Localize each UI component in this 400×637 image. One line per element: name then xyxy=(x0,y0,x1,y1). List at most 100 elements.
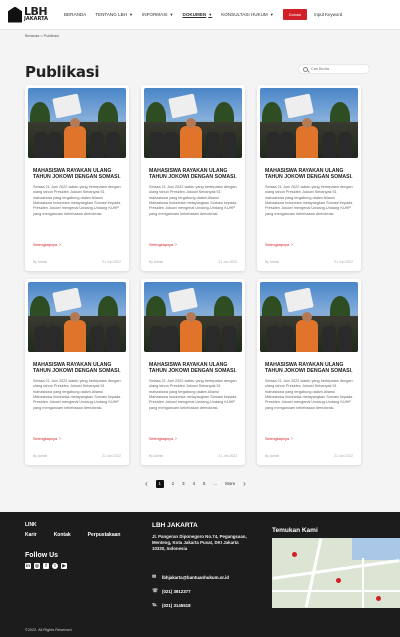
card-image xyxy=(144,88,242,158)
logo-text: LBH JAKARTA xyxy=(24,6,48,22)
card-date: 21 Jun 2022 xyxy=(102,454,121,458)
publication-card[interactable]: MAHASISWA RAYAKAN ULANG TAHUN JOKOWI DEN… xyxy=(257,279,361,465)
top-navbar: LBH JAKARTA BERANDA TENTANG LBH ▼ INFORMASI… xyxy=(0,0,400,30)
search-input[interactable] xyxy=(311,67,366,71)
card-title[interactable]: MAHASISWA RAYAKAN ULANG TAHUN JOKOWI DEN… xyxy=(149,168,237,181)
next-page-icon[interactable]: › xyxy=(243,479,246,488)
page-link-4[interactable]: 4 xyxy=(193,481,195,486)
social-links: in ◎ f t ▶ xyxy=(25,563,70,569)
footer: LINK Karir Kontak Perpustakaan Follow Us… xyxy=(0,512,400,637)
chevron-down-icon: ▼ xyxy=(129,12,134,17)
footer-link-perpustakaan[interactable]: Perpustakaan xyxy=(88,532,121,538)
read-more-label: Selengkapnya xyxy=(265,437,290,441)
card-title[interactable]: MAHASISWA RAYAKAN ULANG TAHUN JOKOWI DEN… xyxy=(149,362,237,375)
location-map[interactable] xyxy=(272,538,400,608)
footer-link-karir[interactable]: Karir xyxy=(25,532,37,538)
twitter-icon[interactable]: t xyxy=(52,563,58,569)
main-nav: BERANDA TENTANG LBH ▼ INFORMASI ▼ DOKUMEN ▼ KON… xyxy=(64,12,283,17)
nav-label: KONSULTASI HUKUM xyxy=(221,12,268,17)
chevron-down-icon: ▼ xyxy=(208,12,213,17)
nav-item-informasi[interactable]: INFORMASI ▼ xyxy=(142,12,174,17)
nav-label: DOKUMEN xyxy=(182,12,207,17)
page-link-ellipsis[interactable]: ... xyxy=(213,481,217,486)
card-meta: By Admin 21 Jun 2022 xyxy=(265,260,353,264)
card-date: 21 Jun 2022 xyxy=(218,454,237,458)
chevron-right-icon: › xyxy=(291,436,293,442)
card-date: 21 Jun 2022 xyxy=(102,260,121,264)
publication-card[interactable]: MAHASISWA RAYAKAN ULANG TAHUN JOKOWI DEN… xyxy=(141,279,245,465)
fax-icon: ℡ xyxy=(152,602,158,608)
youtube-icon[interactable]: ▶ xyxy=(61,563,67,569)
card-author: By Admin xyxy=(33,454,48,458)
prev-page-icon[interactable]: ‹ xyxy=(145,479,148,488)
footer-link-kontak[interactable]: Kontak xyxy=(54,532,71,538)
chevron-right-icon: › xyxy=(175,242,177,248)
card-meta: By Admin 21 Jun 2022 xyxy=(149,454,237,458)
phone-text: (021) 3912377 xyxy=(162,588,191,594)
page-link-5[interactable]: 5 xyxy=(203,481,205,486)
read-more-link[interactable]: Selengkapnya › xyxy=(33,242,61,248)
read-more-label: Selengkapnya xyxy=(33,437,58,441)
nav-item-konsultasi-hukum[interactable]: KONSULTASI HUKUM ▼ xyxy=(221,12,274,17)
card-description: Selasa 21 Juni 2022 waktu yang bertepata… xyxy=(33,378,121,410)
linkedin-icon[interactable]: in xyxy=(25,563,31,569)
keyword-input[interactable]: Input Keyword xyxy=(314,12,342,17)
card-date: 21 Jun 2022 xyxy=(334,454,353,458)
chevron-right-icon: › xyxy=(59,436,61,442)
fax-row[interactable]: ℡ (021) 3145518 xyxy=(152,602,191,608)
logo-mark-icon xyxy=(8,6,22,23)
card-title[interactable]: MAHASISWA RAYAKAN ULANG TAHUN JOKOWI DEN… xyxy=(33,362,121,375)
card-description: Selasa 21 Juni 2022 waktu yang bertepata… xyxy=(33,184,121,216)
facebook-icon[interactable]: f xyxy=(43,563,49,569)
nav-item-beranda[interactable]: BERANDA xyxy=(64,12,86,17)
card-image xyxy=(260,88,358,158)
instagram-icon[interactable]: ◎ xyxy=(34,563,40,569)
office-address: Jl. Pangeran Diponegoro No.74, Pegangsaa… xyxy=(152,534,247,551)
nav-label: BERANDA xyxy=(64,12,87,17)
publication-card[interactable]: MAHASISWA RAYAKAN ULANG TAHUN JOKOWI DEN… xyxy=(25,279,129,465)
card-date: 21 Jun 2022 xyxy=(334,260,353,264)
card-description: Selasa 21 Juni 2022 waktu yang bertepata… xyxy=(265,184,353,216)
fax-text: (021) 3145518 xyxy=(162,602,191,608)
phone-icon: ☏ xyxy=(152,588,159,594)
phone-row[interactable]: ☏ (021) 3912377 xyxy=(152,588,191,594)
page-link-3[interactable]: 3 xyxy=(182,481,184,486)
page-link-1[interactable]: 1 xyxy=(155,479,164,488)
read-more-link[interactable]: Selengkapnya › xyxy=(149,242,177,248)
chevron-right-icon: › xyxy=(175,436,177,442)
card-title[interactable]: MAHASISWA RAYAKAN ULANG TAHUN JOKOWI DEN… xyxy=(265,362,353,375)
card-title[interactable]: MAHASISWA RAYAKAN ULANG TAHUN JOKOWI DEN… xyxy=(33,168,121,181)
page-link-2[interactable]: 2 xyxy=(172,481,174,486)
read-more-link[interactable]: Selengkapnya › xyxy=(265,242,293,248)
publication-card[interactable]: MAHASISWA RAYAKAN ULANG TAHUN JOKOWI DEN… xyxy=(141,85,245,271)
nav-item-dokumen[interactable]: DOKUMEN ▼ xyxy=(183,12,213,17)
read-more-link[interactable]: Selengkapnya › xyxy=(33,436,61,442)
card-image xyxy=(260,282,358,352)
card-image xyxy=(144,282,242,352)
mail-icon: ✉ xyxy=(152,574,157,580)
search-box[interactable] xyxy=(298,64,370,74)
card-image xyxy=(28,282,126,352)
card-date: 21 Jun 2022 xyxy=(218,260,237,264)
donate-button[interactable]: Donasi xyxy=(282,9,308,20)
publication-card[interactable]: MAHASISWA RAYAKAN ULANG TAHUN JOKOWI DEN… xyxy=(257,85,361,271)
chevron-right-icon: › xyxy=(291,242,293,248)
read-more-link[interactable]: Selengkapnya › xyxy=(149,436,177,442)
search-icon xyxy=(303,66,308,72)
nav-item-tentang-lbh[interactable]: TENTANG LBH ▼ xyxy=(95,12,133,17)
page-title: Publikasi xyxy=(25,63,100,81)
card-meta: By Admin 21 Jun 2022 xyxy=(33,260,121,264)
read-more-link[interactable]: Selengkapnya › xyxy=(265,436,293,442)
map-pin-icon xyxy=(336,578,341,583)
email-row[interactable]: ✉ lbhjakarta@bantuanhukum.or.id xyxy=(152,574,229,580)
publication-card[interactable]: MAHASISWA RAYAKAN ULANG TAHUN JOKOWI DEN… xyxy=(25,85,129,271)
card-author: By Admin xyxy=(149,454,164,458)
page-link-more[interactable]: More xyxy=(225,481,235,486)
follow-us-label: Follow Us xyxy=(25,552,59,559)
card-description: Selasa 21 Juni 2022 waktu yang bertepata… xyxy=(149,184,237,216)
card-author: By Admin xyxy=(33,260,48,264)
lbh-logo[interactable]: LBH JAKARTA xyxy=(8,4,60,26)
chevron-down-icon: ▼ xyxy=(169,12,174,17)
card-meta: By Admin 21 Jun 2022 xyxy=(265,454,353,458)
card-title[interactable]: MAHASISWA RAYAKAN ULANG TAHUN JOKOWI DEN… xyxy=(265,168,353,181)
